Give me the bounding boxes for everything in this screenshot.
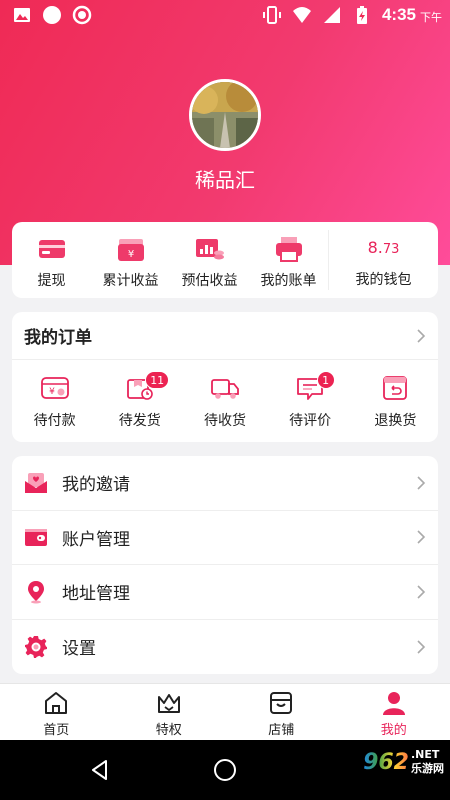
balance-decimal: 73 [382,242,400,257]
tab-store[interactable]: 店铺 [225,684,338,740]
watermark: 962 .NET 乐游网 [363,748,444,776]
wallet-item-label: 累计收益 [102,273,159,289]
tab-mine[interactable]: 我的 [338,684,450,740]
order-pending-receipt[interactable]: 待收货 [182,360,267,442]
bill-icon [275,237,302,262]
back-icon[interactable] [88,758,112,782]
order-pending-payment[interactable]: ¥ 待付款 [12,360,97,442]
record-notification-icon [43,6,61,24]
svg-text:¥: ¥ [49,387,55,397]
wallet-item-label: 我的账单 [260,273,317,289]
menu-item-account[interactable]: 账户管理 [12,511,438,565]
home-icon [45,692,68,714]
crown-icon [157,694,180,713]
tab-label: 特权 [155,723,182,738]
wallet-item-total-income[interactable]: ¥ 累计收益 [91,222,170,298]
order-pending-review[interactable]: 1 待评价 [268,360,353,442]
settings-icon [25,635,47,658]
wallet-item-label: 预估收益 [181,273,238,289]
wallet-item-bill[interactable]: 我的账单 [249,222,328,298]
watermark-domain: .NET [411,748,440,761]
avatar-photo [192,82,258,148]
system-nav-bar: 962 .NET 乐游网 [0,740,450,800]
clock-ampm: 下午 [420,11,442,24]
menu-item-label: 设置 [62,639,96,660]
tab-label: 店铺 [268,723,295,738]
balance-integer: 8. [367,238,383,257]
home-button-icon[interactable] [213,758,237,782]
invite-icon [25,472,47,493]
order-label: 退换货 [374,413,417,429]
wallet-balance[interactable]: 8.73 我的钱包 [329,222,438,298]
total-income-icon: ¥ [117,239,144,261]
bottom-tab-bar: 首页 特权 店铺 我的 [0,683,450,740]
order-pending-shipment[interactable]: 11 待发货 [97,360,182,442]
watermark-site-name: 乐游网 [411,762,444,775]
wallet-balance-label: 我的钱包 [355,272,412,288]
order-label: 待收货 [203,413,246,429]
tab-privilege[interactable]: 特权 [113,684,226,740]
watermark-logo: 962 [363,749,409,775]
wifi-icon [292,7,311,23]
menu-item-settings[interactable]: 设置 [12,620,438,675]
pending-payment-icon: ¥ [40,377,69,399]
menu-item-invite[interactable]: 我的邀请 [12,456,438,511]
username: 稀品汇 [195,168,255,192]
status-bar: 4:35 下午 [0,0,450,32]
wallet-item-label: 提现 [37,273,66,289]
avatar[interactable] [189,79,261,151]
menu-card: 我的邀请 账户管理 地址管理 设置 [12,456,438,674]
clock-time: 4:35 [381,5,416,24]
wallet-balance-amount: 8.73 [368,238,400,262]
menu-item-label: 我的邀请 [62,475,130,496]
vibrate-icon [262,6,281,24]
pending-receipt-icon [211,379,239,399]
target-notification-icon [72,5,92,25]
returns-icon [383,376,408,400]
orders-card: 我的订单 ¥ 待付款 11 待发货 待收货 1 待评价 退换货 [12,312,438,442]
withdraw-icon [38,240,65,258]
image-notification-icon [14,8,30,22]
menu-item-address[interactable]: 地址管理 [12,565,438,620]
tab-label: 首页 [43,723,70,738]
menu-item-label: 账户管理 [62,529,130,550]
order-label: 待评价 [289,413,332,429]
orders-header[interactable]: 我的订单 [12,312,438,360]
wallet-item-withdraw[interactable]: 提现 [12,222,91,298]
pending-shipment-badge: 11 [145,371,170,389]
chevron-right-icon [417,476,426,490]
location-icon [28,580,44,604]
chevron-right-icon [417,530,426,544]
menu-item-label: 地址管理 [62,584,130,605]
chevron-right-icon [417,585,426,599]
order-label: 待付款 [33,413,76,429]
pending-review-badge: 1 [316,371,335,389]
order-label: 待发货 [118,413,161,429]
orders-title: 我的订单 [24,328,92,348]
signal-icon [323,7,340,23]
chevron-right-icon [417,640,426,654]
wallet-card: 提现 ¥ 累计收益 预估收益 我的账单 8.73 我的钱包 [12,222,438,298]
wallet-item-estimated-income[interactable]: 预估收益 [170,222,249,298]
tab-home[interactable]: 首页 [0,684,113,740]
battery-charging-icon [356,6,367,24]
account-icon [25,529,47,547]
svg-text:¥: ¥ [127,249,133,260]
profile-icon [382,692,405,715]
estimated-income-icon [195,239,224,260]
tab-label: 我的 [380,723,407,738]
store-icon [270,692,293,714]
order-returns[interactable]: 退换货 [353,360,438,442]
chevron-right-icon [417,328,426,343]
